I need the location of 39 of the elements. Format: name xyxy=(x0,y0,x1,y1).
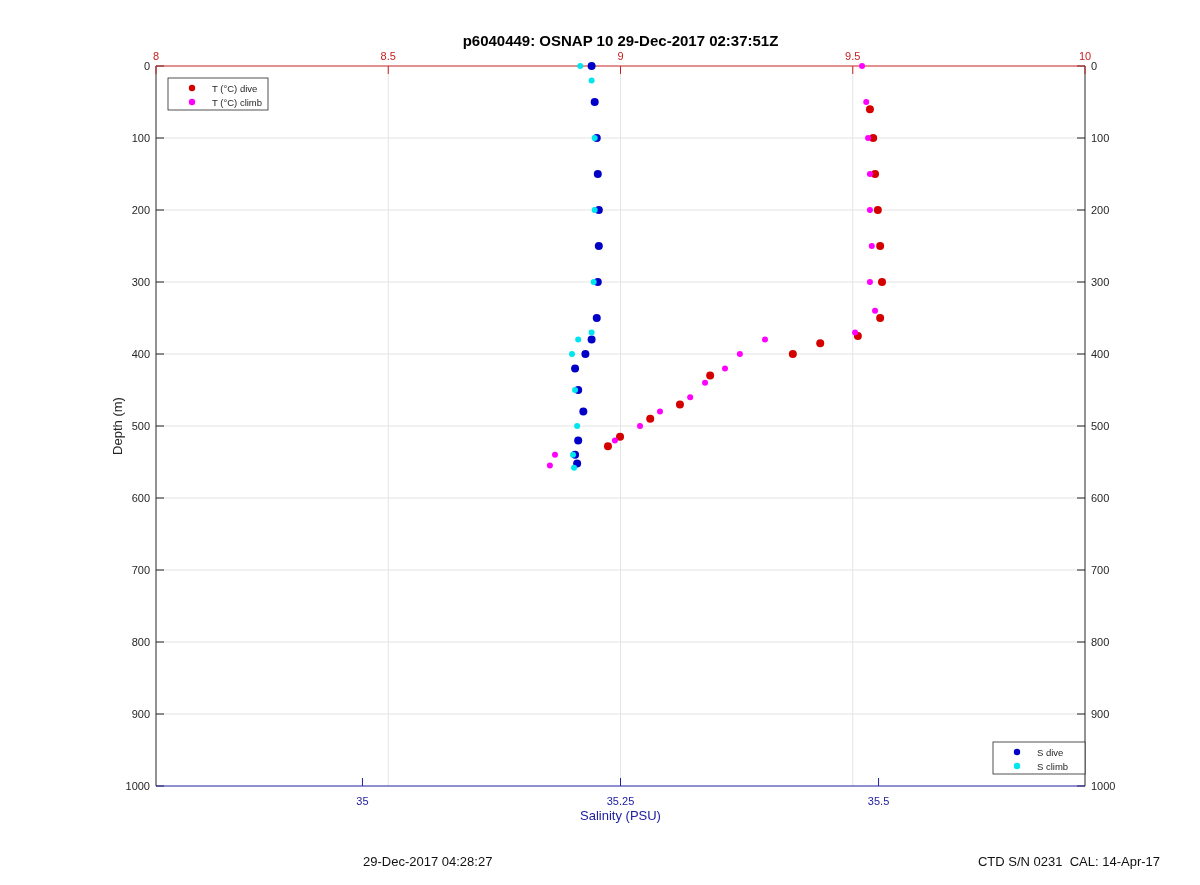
depth-tick-label: 600 xyxy=(131,492,150,504)
plot-timestamp: 29-Dec-2017 04:28:27 xyxy=(363,853,493,871)
depth-tick-label: 700 xyxy=(131,564,150,576)
salinity-tick-label: 35.25 xyxy=(606,795,635,807)
depth-tick-label: 100 xyxy=(1091,132,1110,144)
x-axis-label: Salinity (PSU) xyxy=(580,808,661,823)
depth-tick-label: 1000 xyxy=(125,780,150,792)
depth-tick-label: 600 xyxy=(1091,492,1110,504)
depth-tick-label: 0 xyxy=(1091,60,1098,72)
salinity-tick-label: 35 xyxy=(356,795,369,807)
y-axis-label: Depth (m) xyxy=(110,397,125,455)
chart-title: p6040449: OSNAP 10 29-Dec-2017 02:37:51Z xyxy=(462,32,779,49)
depth-tick-label: 200 xyxy=(131,204,150,216)
depth-tick-label: 900 xyxy=(131,708,150,720)
depth-tick-label: 800 xyxy=(1091,636,1110,648)
depth-tick-label: 400 xyxy=(1091,348,1110,360)
depth-tick-label: 700 xyxy=(1091,564,1110,576)
legend-label: S dive xyxy=(1037,746,1064,758)
depth-tick-label: 300 xyxy=(131,276,150,288)
legend-label: T (°C) dive xyxy=(212,82,258,94)
legend-label: S climb xyxy=(1037,760,1069,772)
depth-tick-label: 500 xyxy=(131,420,150,432)
depth-tick-label: 500 xyxy=(1091,420,1110,432)
depth-tick-label: 900 xyxy=(1091,708,1110,720)
depth-tick-label: 1000 xyxy=(1091,780,1116,792)
depth-tick-label: 400 xyxy=(131,348,150,360)
temperature-tick-label: 8 xyxy=(152,50,160,62)
temperature-tick-label: 9 xyxy=(617,50,624,62)
depth-tick-label: 200 xyxy=(1091,204,1110,216)
depth-tick-label: 100 xyxy=(131,132,150,144)
salinity-tick-label: 35.5 xyxy=(867,795,890,807)
depth-tick-label: 800 xyxy=(131,636,150,648)
temperature-tick-label: 10 xyxy=(1078,50,1092,62)
temperature-tick-label: 8.5 xyxy=(380,50,396,62)
depth-tick-label: 0 xyxy=(143,60,150,72)
temperature-tick-label: 9.5 xyxy=(845,50,861,62)
legend-label: T (°C) climb xyxy=(212,96,263,108)
depth-tick-label: 300 xyxy=(1091,276,1110,288)
calibration-info: CTD S/N 0231 CAL: 14-Apr-17 xyxy=(977,853,1160,871)
